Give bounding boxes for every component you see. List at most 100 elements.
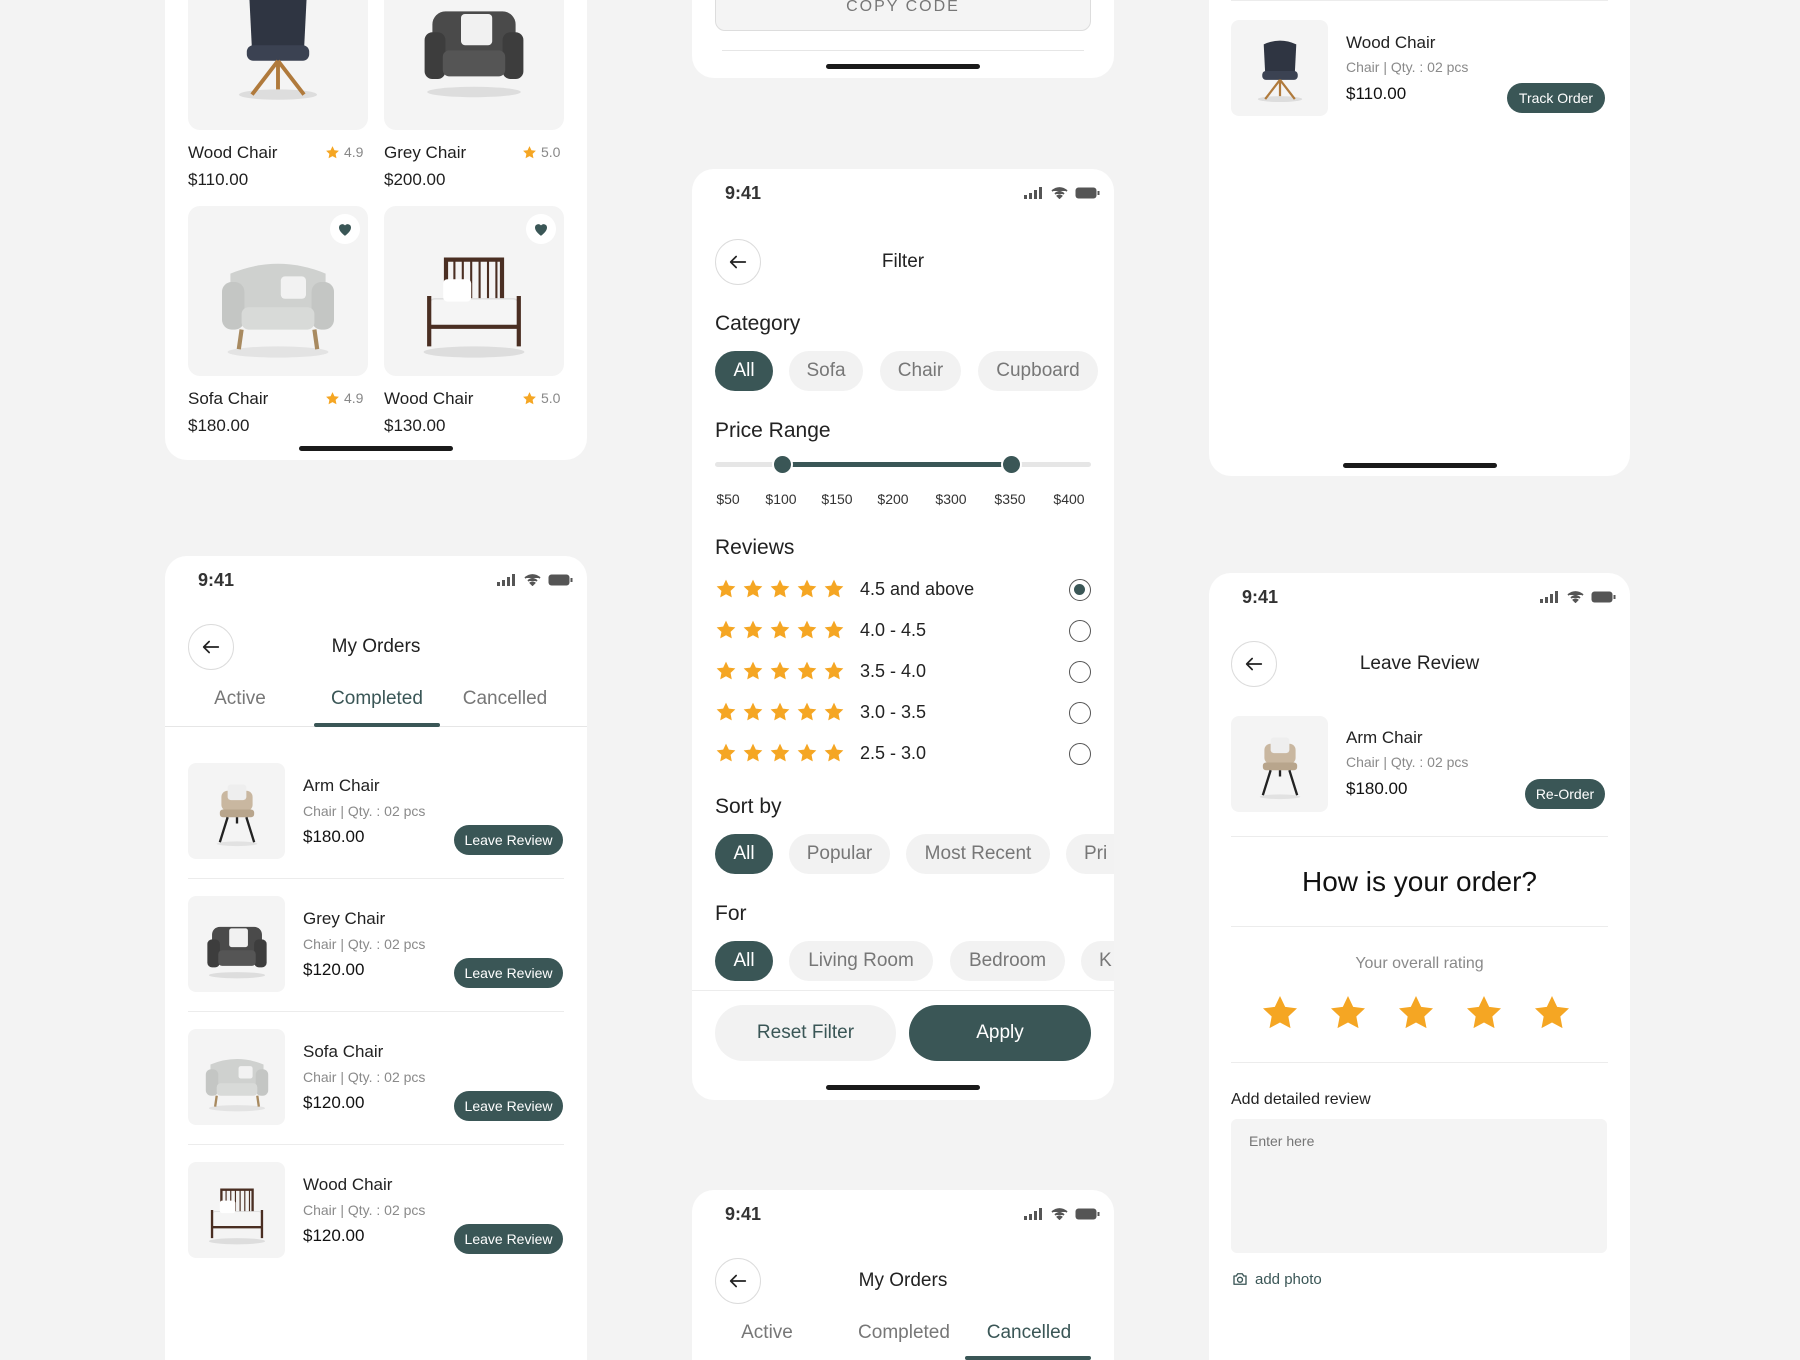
- for-chip-kitchen[interactable]: K: [1081, 941, 1114, 981]
- price-tick: $150: [821, 491, 853, 507]
- leave-review-button[interactable]: Leave Review: [454, 1224, 563, 1254]
- re-order-button[interactable]: Re-Order: [1525, 779, 1605, 809]
- divider: [1231, 836, 1608, 837]
- star-icon[interactable]: [1464, 993, 1504, 1033]
- status-icons: [1024, 187, 1100, 199]
- tab-completed[interactable]: Completed: [841, 1322, 967, 1344]
- order-item-name: Wood Chair: [1346, 33, 1436, 52]
- reset-filter-button[interactable]: Reset Filter: [715, 1005, 896, 1061]
- tab-completed[interactable]: Completed: [314, 688, 440, 710]
- for-chip-all[interactable]: All: [715, 941, 773, 981]
- review-filter-radio[interactable]: [1069, 743, 1091, 765]
- order-item-meta: Chair | Qty. : 02 pcs: [1346, 59, 1469, 75]
- status-icons: [1540, 591, 1616, 603]
- divider: [1231, 1062, 1608, 1063]
- order-item-price: $110.00: [1346, 84, 1407, 103]
- star-icon: [823, 742, 845, 764]
- category-chip-chair[interactable]: Chair: [880, 351, 961, 391]
- category-chip-cupboard[interactable]: Cupboard: [978, 351, 1098, 391]
- battery-icon: [548, 574, 573, 586]
- favorite-button[interactable]: [526, 214, 556, 244]
- for-chip-living-room[interactable]: Living Room: [789, 941, 933, 981]
- product-image: [207, 926, 267, 979]
- apply-button[interactable]: Apply: [909, 1005, 1091, 1061]
- tab-cancelled[interactable]: Cancelled: [445, 688, 565, 710]
- review-textarea[interactable]: [1231, 1119, 1607, 1253]
- review-filter-row[interactable]: 3.5 - 4.0: [715, 658, 1091, 686]
- star-icon[interactable]: [1396, 993, 1436, 1033]
- product-grid-screen: Wood Chair 4.9 $110.00 Grey Chair 5.0 $2…: [165, 0, 587, 460]
- star-icon: [522, 391, 537, 406]
- review-filter-radio[interactable]: [1069, 702, 1091, 724]
- star-icon[interactable]: [1532, 993, 1572, 1033]
- for-chip-bedroom[interactable]: Bedroom: [950, 941, 1065, 981]
- review-filter-label: 4.5 and above: [860, 579, 975, 599]
- product-image[interactable]: [384, 206, 564, 376]
- product-image[interactable]: [188, 0, 368, 130]
- status-bar: 9:41: [165, 556, 587, 604]
- tab-active[interactable]: Active: [722, 1322, 812, 1344]
- sort-chip-price[interactable]: Pri: [1066, 834, 1114, 874]
- product-price: $110.00: [188, 170, 249, 189]
- slider-handle-min[interactable]: [772, 454, 793, 475]
- star-icon[interactable]: [1260, 993, 1300, 1033]
- rating-value: 5.0: [541, 390, 561, 406]
- product-rating: 5.0: [522, 390, 560, 406]
- order-item-name: Arm Chair: [1346, 728, 1423, 747]
- home-indicator: [826, 64, 980, 69]
- category-chip-sofa[interactable]: Sofa: [789, 351, 863, 391]
- divider: [188, 878, 564, 879]
- leave-review-button[interactable]: Leave Review: [454, 958, 563, 988]
- sort-by-heading: Sort by: [715, 795, 782, 818]
- rating-value: 5.0: [541, 144, 561, 160]
- star-icon: [325, 145, 340, 160]
- sort-chip-popular[interactable]: Popular: [789, 834, 890, 874]
- order-thumbnail: [1231, 716, 1328, 812]
- star-group: [715, 619, 845, 641]
- product-image: [207, 1188, 267, 1246]
- product-image[interactable]: [188, 206, 368, 376]
- tab-active[interactable]: Active: [195, 688, 285, 710]
- review-filter-row[interactable]: 4.0 - 4.5: [715, 617, 1091, 645]
- sort-chip-all[interactable]: All: [715, 834, 773, 874]
- tab-cancelled[interactable]: Cancelled: [964, 1322, 1094, 1344]
- review-filter-radio[interactable]: [1069, 620, 1091, 642]
- rating-value: 4.9: [344, 144, 364, 160]
- copy-code-button[interactable]: COPY CODE: [715, 0, 1091, 31]
- review-filter-row[interactable]: 3.0 - 3.5: [715, 699, 1091, 727]
- review-filter-radio[interactable]: [1069, 661, 1091, 683]
- sort-chip-most-recent[interactable]: Most Recent: [906, 834, 1050, 874]
- category-chip-all[interactable]: All: [715, 351, 773, 391]
- review-filter-row[interactable]: 2.5 - 3.0: [715, 740, 1091, 768]
- leave-review-button[interactable]: Leave Review: [454, 1091, 563, 1121]
- page-title: Filter: [881, 251, 925, 272]
- my-orders-completed-screen: 9:41 My Orders Active Completed Cancelle…: [165, 556, 587, 1360]
- order-item-price: $120.00: [303, 960, 365, 979]
- add-photo-button[interactable]: add photo: [1231, 1270, 1322, 1288]
- product-image[interactable]: [384, 0, 564, 130]
- star-icon: [769, 578, 791, 600]
- favorite-button[interactable]: [330, 214, 360, 244]
- star-icon[interactable]: [1328, 993, 1368, 1033]
- add-photo-label: add photo: [1255, 1270, 1322, 1288]
- review-filter-radio[interactable]: [1069, 579, 1091, 601]
- price-tick: $400: [1053, 491, 1085, 507]
- order-thumbnail: [188, 1029, 285, 1125]
- camera-icon: [1233, 1273, 1247, 1285]
- rating-value: 4.9: [344, 390, 364, 406]
- star-rating[interactable]: [1260, 993, 1572, 1033]
- track-order-button[interactable]: Track Order: [1507, 83, 1605, 113]
- star-icon: [769, 660, 791, 682]
- product-image: [204, 1057, 270, 1113]
- leave-review-button[interactable]: Leave Review: [454, 825, 563, 855]
- star-icon: [823, 701, 845, 723]
- leave-review-screen: 9:41 Leave Review Arm Chair Chair | Qty.…: [1209, 573, 1630, 1360]
- star-group: [715, 742, 845, 764]
- page-title: Leave Review: [1359, 653, 1480, 674]
- product-price: $200.00: [384, 170, 446, 189]
- review-filter-row[interactable]: 4.5 and above: [715, 576, 1091, 604]
- battery-icon: [1075, 187, 1100, 199]
- price-slider[interactable]: [715, 452, 1091, 476]
- slider-handle-max[interactable]: [1001, 454, 1022, 475]
- status-bar: 9:41: [1209, 573, 1630, 621]
